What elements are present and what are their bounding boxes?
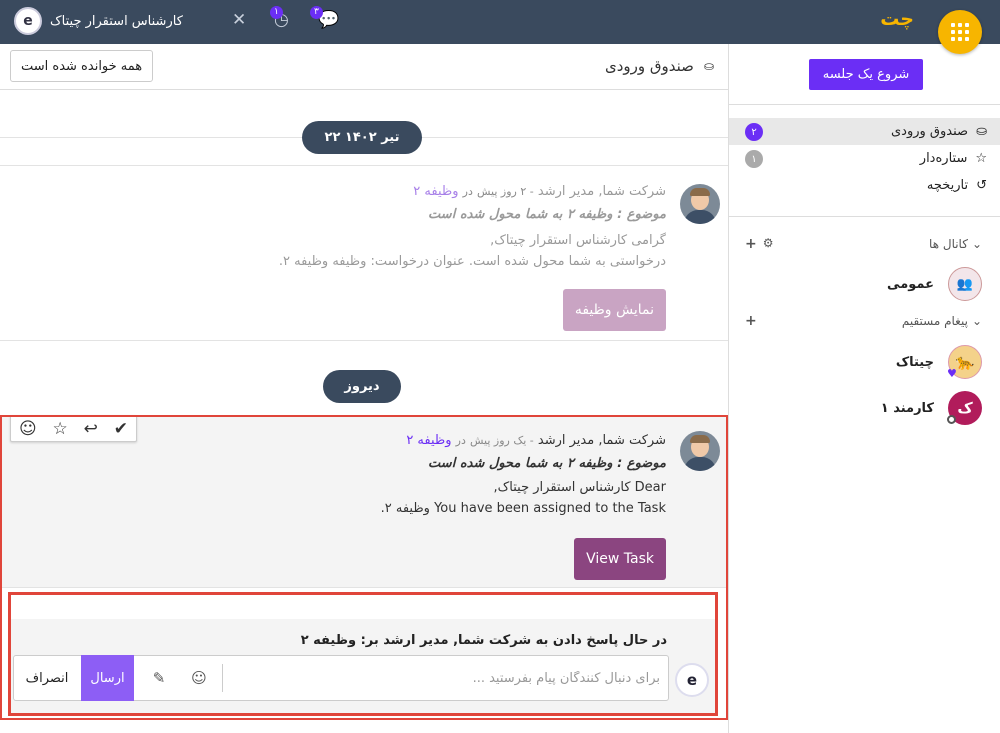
- view-task-button[interactable]: نمایش وظیفه: [562, 289, 666, 331]
- message-item[interactable]: شرکت شما, مدیر ارشد - ۲ روز پیش در وظیفه…: [0, 166, 728, 339]
- plus-icon[interactable]: +: [745, 236, 757, 252]
- message-input[interactable]: [228, 662, 664, 694]
- direct-messages-category[interactable]: ⌄ پیغام مستقیم: [902, 314, 982, 328]
- avatar: [680, 431, 720, 471]
- message-in: در: [462, 185, 473, 198]
- close-icon[interactable]: ✕: [232, 10, 246, 30]
- chevron-down-icon: ⌄: [971, 237, 982, 251]
- plus-icon[interactable]: +: [745, 313, 757, 329]
- channel-item-general[interactable]: 👥 عمومی: [887, 267, 982, 301]
- cheetah-icon: 🐆 ♥: [947, 345, 982, 380]
- send-button[interactable]: ارسال: [81, 655, 134, 701]
- message-subject: موضوع : وظیفه ۲ به شما محول شده است: [428, 456, 666, 471]
- direct-item-cheetah[interactable]: 🐆 ♥ چیتاک: [895, 345, 982, 380]
- check-icon[interactable]: ✔: [114, 419, 128, 439]
- message-body-line: درخواستی به شما محول شده است. عنوان درخو…: [278, 254, 666, 269]
- group-icon: 👥: [948, 267, 982, 301]
- heart-icon: ♥: [947, 367, 957, 380]
- user-name: کارشناس استقرار چیتاک: [50, 13, 183, 29]
- message-time: - یک روز پیش: [470, 434, 534, 447]
- mark-all-read-button[interactable]: همه خوانده شده است: [10, 50, 154, 82]
- direct-label: چیتاک: [895, 354, 934, 370]
- record-link[interactable]: وظیفه ۲: [406, 433, 451, 448]
- category-label: کانال ها: [929, 237, 968, 251]
- channels-category[interactable]: ⌄ کانال ها: [929, 237, 982, 251]
- message-body-line: You have been assigned to the Task وظیفه…: [380, 501, 666, 516]
- messages-badge: ۳: [310, 6, 323, 19]
- sidebar-item-label: صندوق ورودی: [891, 124, 969, 139]
- view-task-button[interactable]: View Task: [574, 538, 666, 580]
- cancel-button[interactable]: انصراف: [14, 656, 80, 700]
- history-icon: ↺: [976, 178, 987, 193]
- category-label: پیغام مستقیم: [901, 314, 968, 328]
- gear-icon[interactable]: ⚙: [763, 236, 774, 252]
- page-title: ⛀ صندوق ورودی: [604, 57, 714, 75]
- chevron-down-icon: ⌄: [971, 314, 982, 328]
- inbox-icon: ⛀: [703, 59, 714, 73]
- reply-composer: در حال پاسخ دادن به شرکت شما, مدیر ارشد …: [8, 592, 718, 716]
- record-link[interactable]: وظیفه ۲: [413, 184, 458, 199]
- replying-to-label: در حال پاسخ دادن به شرکت شما, مدیر ارشد …: [300, 633, 667, 648]
- date-separator: ۲۲ تیر ۱۴۰۲: [302, 121, 422, 154]
- status-icon: [947, 415, 956, 424]
- paperclip-icon[interactable]: ✎: [144, 656, 174, 700]
- avatar: ک: [947, 391, 982, 425]
- star-icon[interactable]: ☆: [53, 419, 68, 439]
- thread-view: همه خوانده شده است ⛀ صندوق ورودی ۲۲ تیر …: [0, 44, 728, 733]
- app-title: چت: [880, 8, 914, 30]
- sidebar-item-inbox[interactable]: ⛀ صندوق ورودی ۲: [729, 118, 1000, 145]
- date-separator: دیروز: [323, 370, 401, 403]
- messages-menu[interactable]: 💬 ۳: [310, 6, 339, 30]
- smiley-icon[interactable]: ☺: [184, 656, 214, 700]
- inbox-icon: ⛀: [976, 124, 987, 139]
- user-avatar: e: [14, 7, 42, 35]
- avatar: e: [675, 663, 709, 697]
- sidebar-item-label: تاریخچه: [926, 178, 969, 193]
- avatar: [680, 184, 720, 224]
- top-navbar: e کارشناس استقرار چیتاک ✕ ◷ ۱ 💬 ۳ چت: [0, 0, 1000, 44]
- message-author[interactable]: شرکت شما, مدیر ارشد: [538, 184, 666, 199]
- thread-header: همه خوانده شده است ⛀ صندوق ورودی: [0, 44, 728, 90]
- grid-icon: [951, 23, 969, 41]
- message-time: - ۲ روز پیش: [477, 185, 534, 198]
- message-body-line: Dear کارشناس استقرار چیتاک,: [493, 480, 666, 495]
- inbox-counter: ۲: [745, 123, 763, 141]
- reply-icon[interactable]: ↩: [84, 419, 98, 439]
- activities-badge: ۱: [270, 6, 283, 19]
- sidebar-item-history[interactable]: ↺ تاریخچه: [729, 172, 1000, 199]
- channel-label: عمومی: [887, 276, 934, 292]
- star-icon: ☆: [975, 151, 987, 166]
- discuss-sidebar: شروع یک جلسه ⛀ صندوق ورودی ۲ ☆ ستاره‌دار…: [728, 44, 1000, 733]
- message-author[interactable]: شرکت شما, مدیر ارشد: [538, 433, 666, 448]
- direct-label: کارمند ۱: [880, 400, 934, 416]
- sidebar-item-label: ستاره‌دار: [919, 151, 968, 166]
- composer-input-bar: انصراف ارسال ✎ ☺: [13, 655, 669, 701]
- activities-menu[interactable]: ◷ ۱: [270, 6, 289, 30]
- apps-menu-button[interactable]: [938, 10, 982, 54]
- message-item[interactable]: ☺ ☆ ↩ ✔ شرکت شما, مدیر ارشد - یک روز پیش…: [0, 415, 728, 587]
- sidebar-item-starred[interactable]: ☆ ستاره‌دار ۱: [729, 145, 1000, 172]
- start-meeting-button[interactable]: شروع یک جلسه: [809, 59, 923, 90]
- message-body-line: گرامی کارشناس استقرار چیتاک,: [490, 233, 666, 248]
- starred-counter: ۱: [745, 150, 763, 168]
- smiley-icon[interactable]: ☺: [19, 419, 37, 439]
- message-in: در: [455, 434, 466, 447]
- user-menu[interactable]: e کارشناس استقرار چیتاک: [14, 7, 183, 35]
- message-actions: ☺ ☆ ↩ ✔: [10, 415, 137, 442]
- message-subject: موضوع : وظیفه ۲ به شما محول شده است: [428, 207, 666, 222]
- direct-item-employee-1[interactable]: ک کارمند ۱: [881, 391, 982, 425]
